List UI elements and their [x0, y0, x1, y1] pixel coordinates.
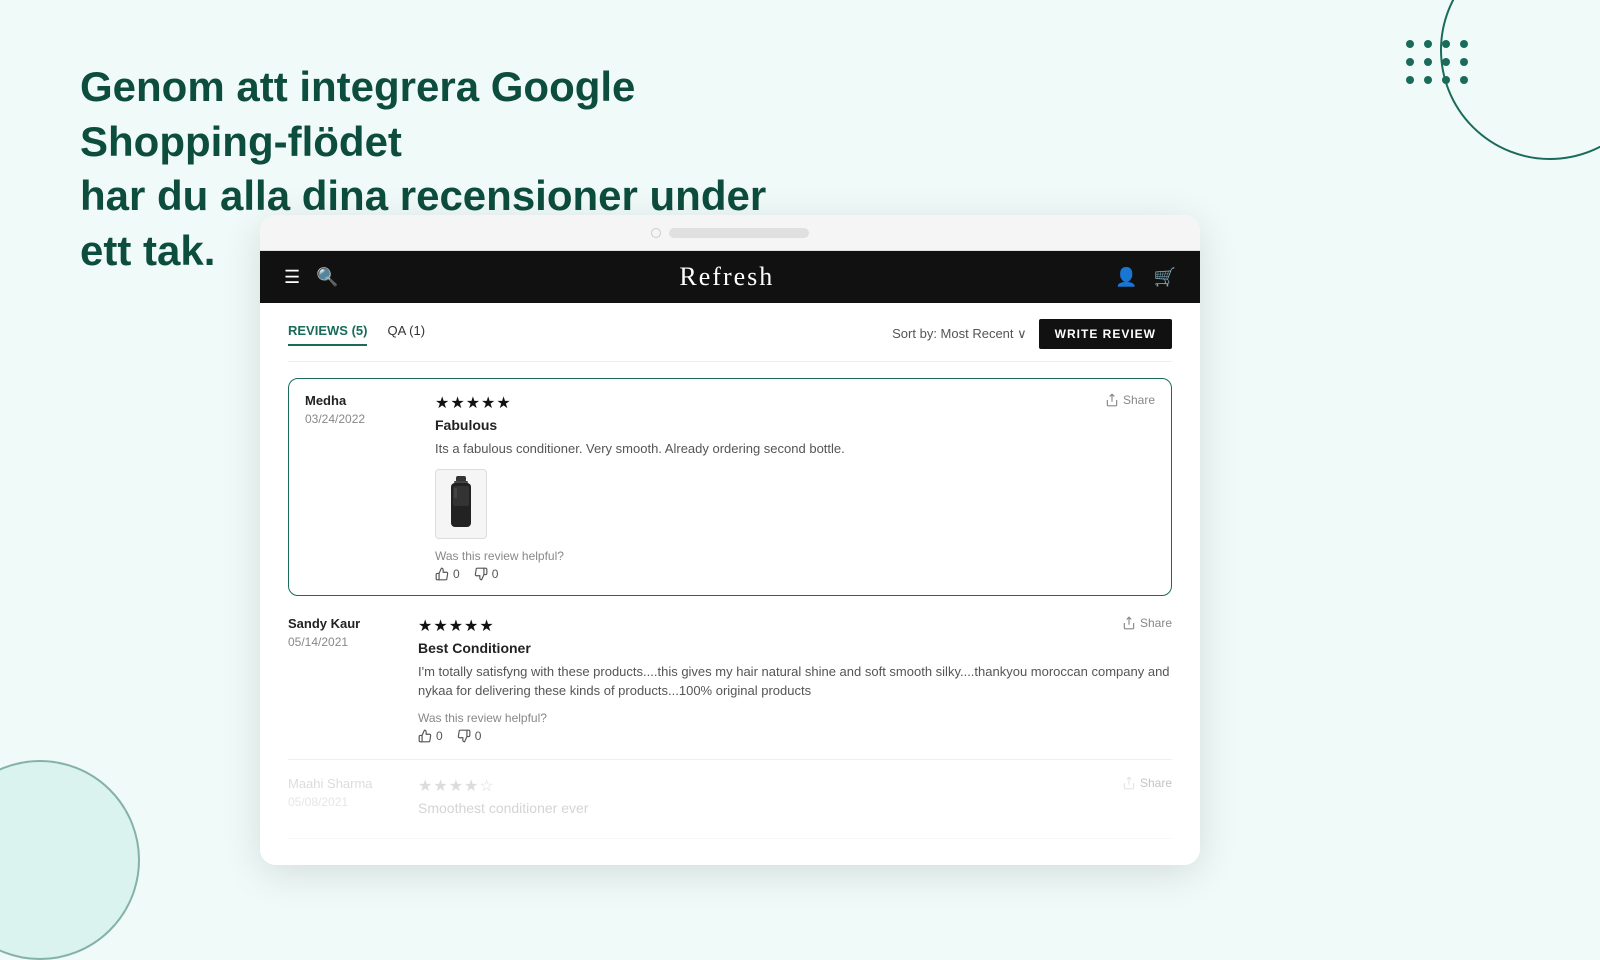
search-icon[interactable]: 🔍	[316, 267, 338, 288]
helpful-text: Was this review helpful?	[418, 711, 1172, 725]
review-item: Medha 03/24/2022 ★★★★★ Fabulous Share	[288, 378, 1172, 596]
review-content: ★★★★★ Fabulous Share Its a fabulous cond…	[435, 393, 1155, 581]
review-content-row: ★★★★★ Best Conditioner Share	[418, 616, 1172, 662]
thumbs-down-button[interactable]: 0	[474, 567, 499, 581]
reviewer-date: 05/08/2021	[288, 795, 398, 809]
reviewer-date: 05/14/2021	[288, 635, 398, 649]
app-title: Refresh	[679, 262, 774, 292]
review-stars: ★★★★★ Fabulous	[435, 393, 512, 439]
reviewer-info: Medha 03/24/2022	[305, 393, 415, 581]
app-header: ☰ 🔍 Refresh 👤 🛒	[260, 251, 1200, 303]
reviewer-date: 03/24/2022	[305, 412, 415, 426]
app-header-left: ☰ 🔍	[284, 267, 339, 288]
share-button[interactable]: Share	[1105, 393, 1155, 407]
thumbs-up-button[interactable]: 0	[418, 729, 443, 743]
reviews-actions: Sort by: Most Recent ∨ WRITE REVIEW	[892, 319, 1172, 349]
review-content-row: ★★★★☆ Smoothest conditioner ever Share	[418, 776, 1172, 822]
review-content-row: ★★★★★ Fabulous Share	[435, 393, 1155, 439]
review-item: Maahi Sharma 05/08/2021 ★★★★☆ Smoothest …	[288, 760, 1172, 839]
helpful-icons: 0 0	[435, 567, 1155, 581]
reviewer-name: Maahi Sharma	[288, 776, 398, 791]
review-image	[435, 469, 487, 539]
reviews-section: REVIEWS (5) QA (1) Sort by: Most Recent …	[260, 303, 1200, 865]
helpful-text: Was this review helpful?	[435, 549, 1155, 563]
review-content: ★★★★★ Best Conditioner Share I'm totally…	[418, 616, 1172, 743]
tab-reviews[interactable]: REVIEWS (5)	[288, 323, 367, 346]
share-button[interactable]: Share	[1122, 776, 1172, 790]
bg-dots	[1406, 40, 1470, 86]
write-review-button[interactable]: WRITE REVIEW	[1039, 319, 1172, 349]
browser-address-bar	[669, 228, 809, 238]
thumbs-up-button[interactable]: 0	[435, 567, 460, 581]
helpful-icons: 0 0	[418, 729, 1172, 743]
browser-dot-1	[651, 228, 661, 238]
bg-circle-bottom-left	[0, 760, 140, 960]
reviewer-info: Sandy Kaur 05/14/2021	[288, 616, 398, 743]
review-content: ★★★★☆ Smoothest conditioner ever Share	[418, 776, 1172, 822]
user-icon[interactable]: 👤	[1115, 267, 1137, 288]
reviews-tabs: REVIEWS (5) QA (1)	[288, 323, 425, 346]
tab-qa[interactable]: QA (1)	[387, 323, 425, 346]
share-button[interactable]: Share	[1122, 616, 1172, 630]
sort-label[interactable]: Sort by: Most Recent ∨	[892, 326, 1027, 342]
review-stars-wrap: ★★★★☆ Smoothest conditioner ever	[418, 776, 588, 822]
app-header-right: 👤 🛒	[1115, 267, 1176, 288]
review-item: Sandy Kaur 05/14/2021 ★★★★★ Best Conditi…	[288, 600, 1172, 760]
reviews-list: Medha 03/24/2022 ★★★★★ Fabulous Share	[288, 378, 1172, 839]
browser-mock: ☰ 🔍 Refresh 👤 🛒 REVIEWS (5) QA (1) Sort …	[260, 215, 1200, 865]
reviewer-name: Medha	[305, 393, 415, 408]
reviewer-name: Sandy Kaur	[288, 616, 398, 631]
cart-icon[interactable]: 🛒	[1154, 267, 1176, 288]
thumbs-down-button[interactable]: 0	[457, 729, 482, 743]
hamburger-icon[interactable]: ☰	[284, 267, 300, 288]
browser-top-bar	[260, 215, 1200, 251]
review-stars-wrap: ★★★★★ Best Conditioner	[418, 616, 531, 662]
reviewer-info: Maahi Sharma 05/08/2021	[288, 776, 398, 822]
reviews-toolbar: REVIEWS (5) QA (1) Sort by: Most Recent …	[288, 319, 1172, 362]
